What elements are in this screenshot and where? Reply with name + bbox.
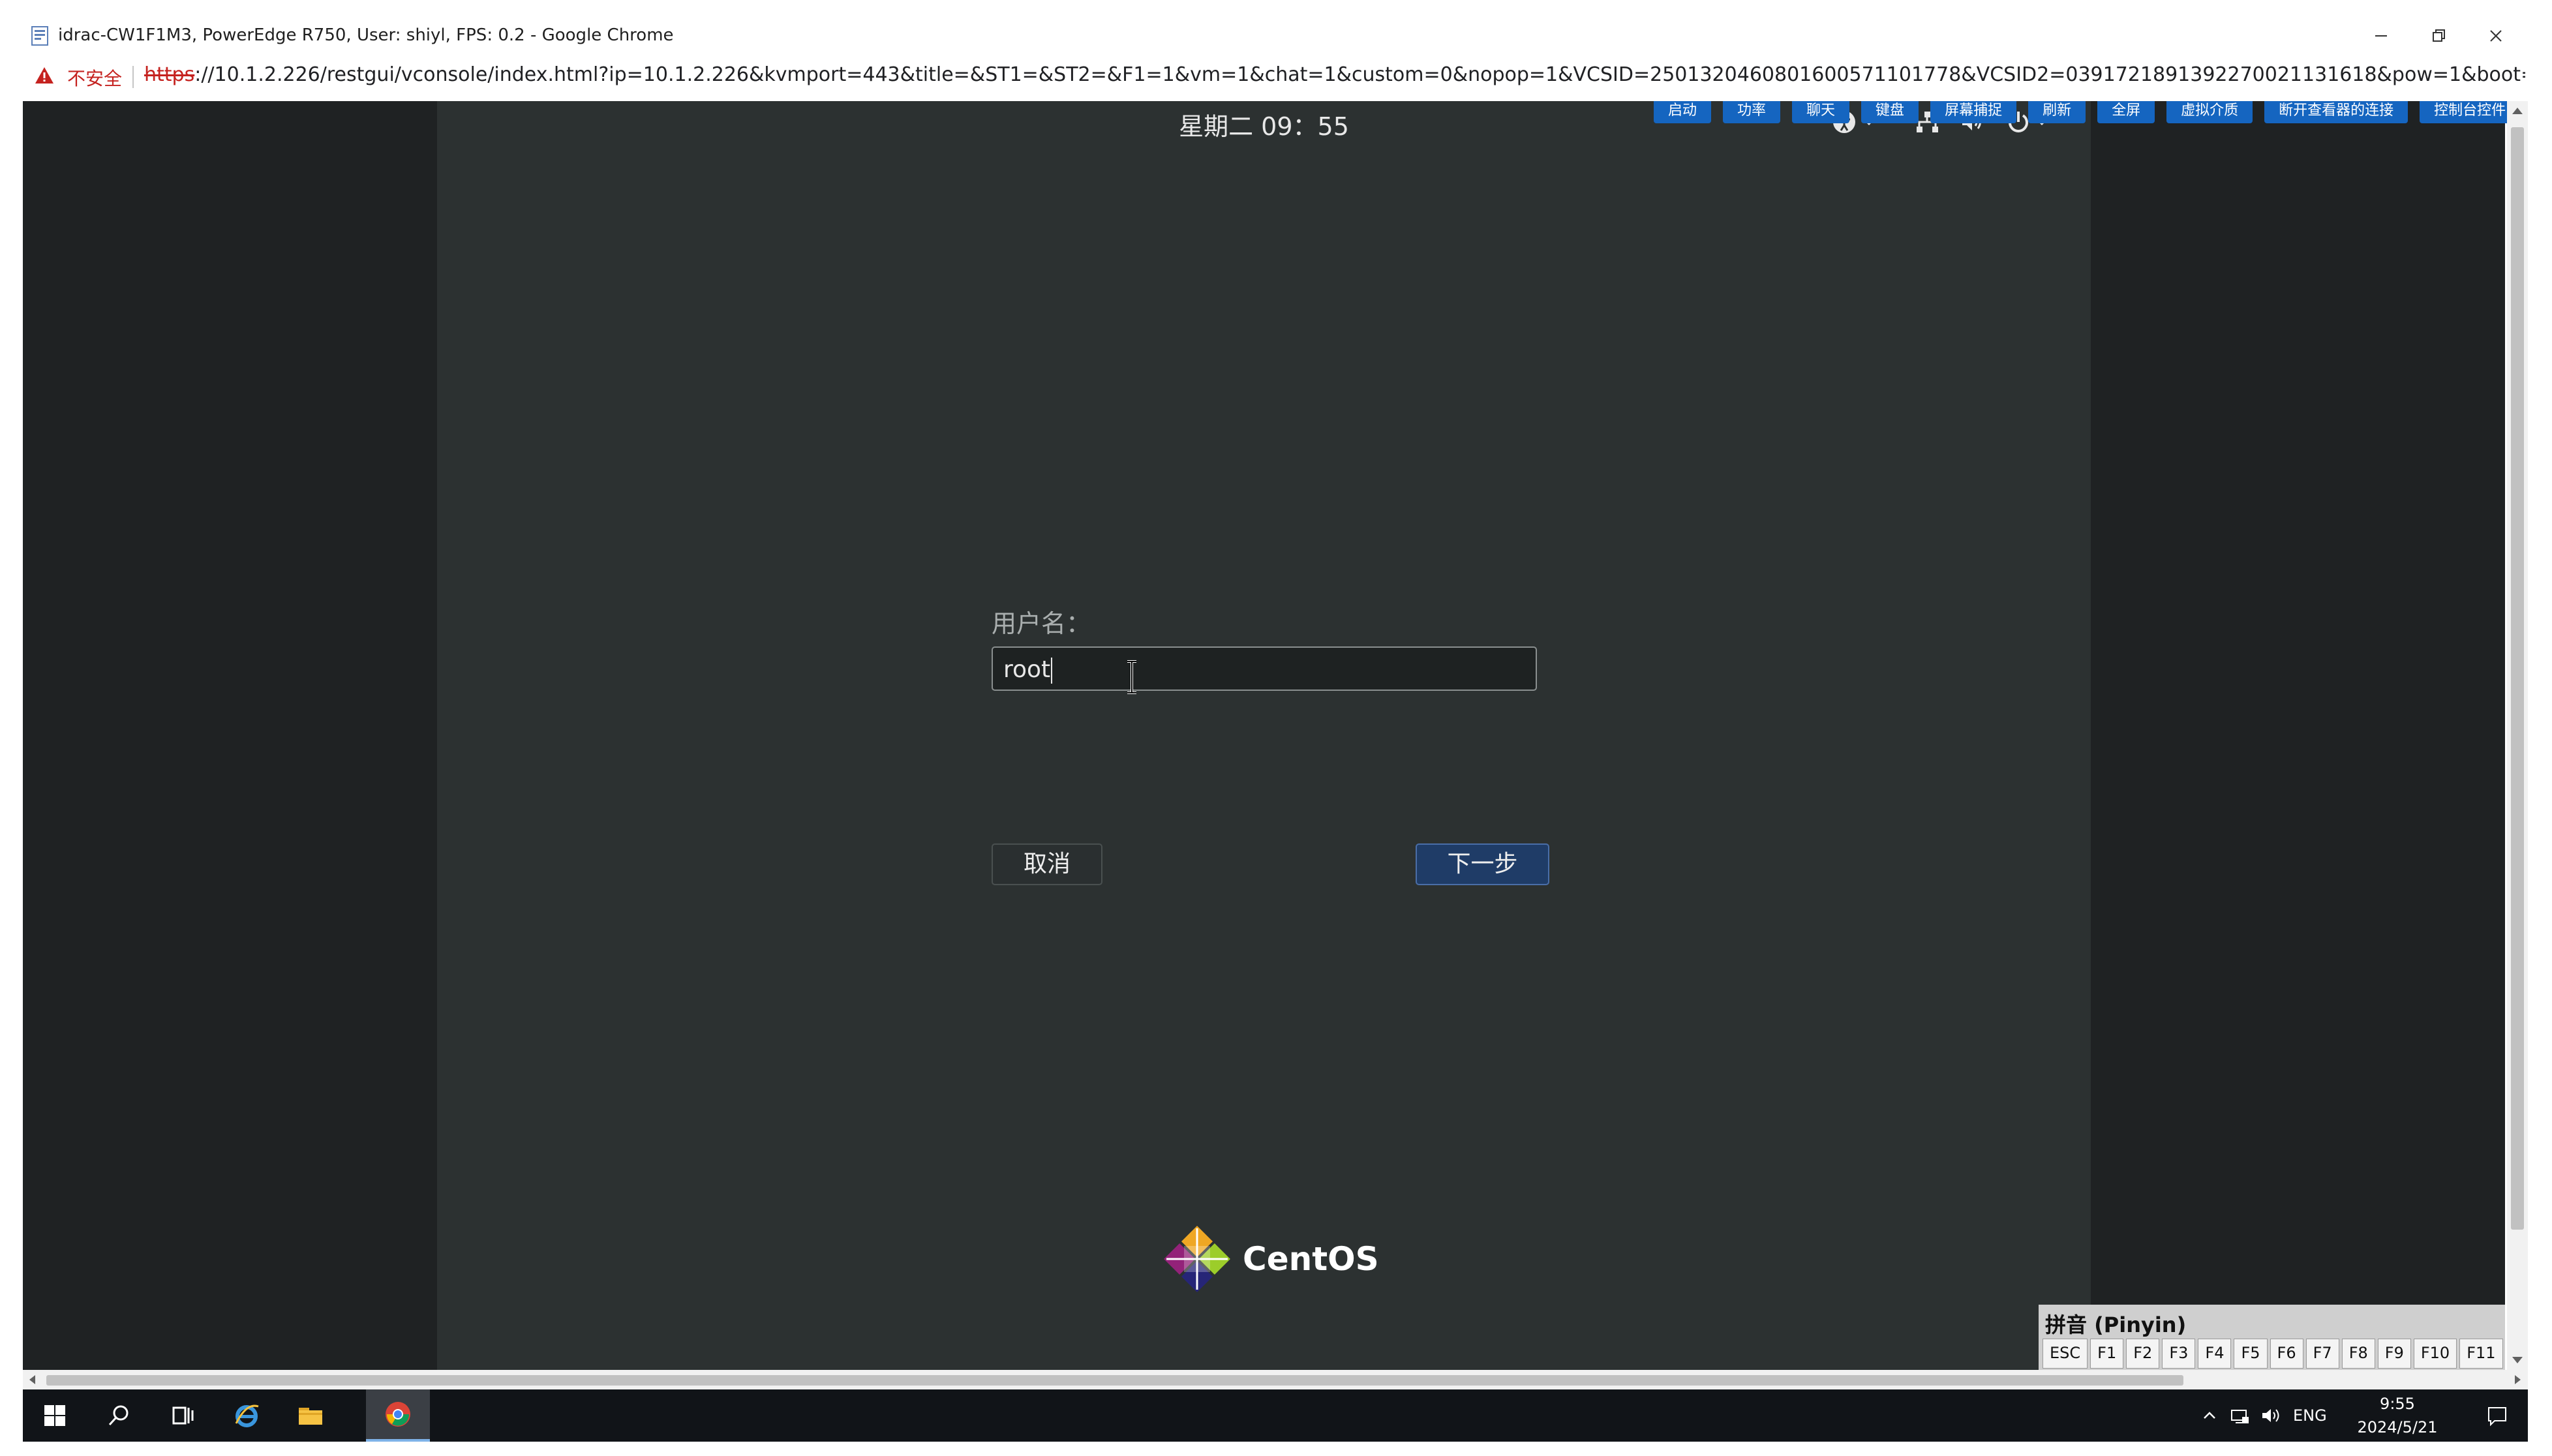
divider xyxy=(132,66,134,88)
close-button[interactable] xyxy=(2473,22,2519,50)
folder-icon xyxy=(299,1408,322,1425)
scroll-down-icon[interactable] xyxy=(2512,1357,2523,1363)
vertical-scrollbar[interactable] xyxy=(2507,101,2528,1370)
console-toolbar-button[interactable]: 虚拟介质 xyxy=(2166,101,2253,123)
minimize-button[interactable] xyxy=(2358,22,2404,50)
minimize-icon xyxy=(2375,35,2387,37)
windows-taskbar: ENG 9:55 2024/5/21 xyxy=(23,1389,2528,1442)
function-key-f8[interactable]: F8 xyxy=(2341,1339,2375,1369)
virtual-console: 星期二 09：55 用户名： root 取消 下一步 CentOS 启动 功率 … xyxy=(23,101,2521,1370)
function-key-f4[interactable]: F4 xyxy=(2198,1339,2232,1369)
username-input[interactable]: root xyxy=(992,646,1537,691)
volume-tray-icon[interactable] xyxy=(2260,1405,2283,1426)
console-toolbar-button[interactable]: 控制台控件 xyxy=(2420,101,2521,123)
file-explorer-button[interactable] xyxy=(279,1389,342,1442)
restore-icon xyxy=(2433,29,2445,42)
function-key-f2[interactable]: F2 xyxy=(2126,1339,2160,1369)
window-title: idrac-CW1F1M3, PowerEdge R750, User: shi… xyxy=(58,25,674,45)
function-key-f9[interactable]: F9 xyxy=(2377,1339,2411,1369)
url-rest: ://10.1.2.226/restgui/vconsole/index.htm… xyxy=(194,63,2525,86)
username-value: root xyxy=(1003,656,1051,683)
network-tray-icon[interactable] xyxy=(2229,1405,2250,1426)
search-button[interactable] xyxy=(87,1389,151,1442)
console-toolbar-button[interactable]: 全屏 xyxy=(2097,101,2155,123)
scroll-up-icon[interactable] xyxy=(2512,108,2523,114)
scrollbar-thumb[interactable] xyxy=(2511,127,2524,1230)
centos-logo-icon xyxy=(1164,1226,1230,1292)
text-caret xyxy=(1051,658,1053,684)
ime-title: 拼音 (Pinyin) xyxy=(2045,1312,2187,1337)
scroll-left-icon[interactable] xyxy=(29,1375,35,1384)
not-secure-label[interactable]: 不安全 xyxy=(67,65,122,91)
console-toolbar-button[interactable]: 屏幕捕捉 xyxy=(1930,101,2017,123)
url-text[interactable]: https://10.1.2.226/restgui/vconsole/inde… xyxy=(144,63,2525,86)
windows-logo-icon xyxy=(44,1405,65,1426)
horizontal-scrollbar[interactable] xyxy=(23,1370,2528,1389)
cancel-button[interactable]: 取消 xyxy=(992,843,1102,885)
function-key-f10[interactable]: F10 xyxy=(2413,1339,2457,1369)
taskbar-time[interactable]: 9:55 xyxy=(2358,1395,2437,1413)
ime-panel: 拼音 (Pinyin) ESC F1 F2 F3 F4 F5 F6 F7 F8 F9 F10 F11 xyxy=(2039,1305,2505,1370)
console-toolbar-button[interactable]: 功率 xyxy=(1723,101,1781,123)
function-key-esc[interactable]: ESC xyxy=(2043,1339,2088,1369)
centos-logo: CentOS xyxy=(1161,1223,1379,1301)
address-bar[interactable]: 不安全 https://10.1.2.226/restgui/vconsole/… xyxy=(23,55,2528,102)
task-view-button[interactable] xyxy=(151,1389,215,1442)
console-toolbar-button[interactable]: 启动 xyxy=(1654,101,1712,123)
taskbar-date[interactable]: 2024/5/21 xyxy=(2348,1418,2446,1436)
chrome-taskbar-button[interactable] xyxy=(366,1389,430,1442)
function-key-f3[interactable]: F3 xyxy=(2162,1339,2196,1369)
search-icon xyxy=(108,1405,129,1426)
username-label: 用户名： xyxy=(992,609,1091,638)
url-scheme: https xyxy=(144,63,195,86)
scroll-right-icon[interactable] xyxy=(2515,1375,2521,1384)
title-bar: idrac-CW1F1M3, PowerEdge R750, User: shi… xyxy=(23,16,2528,55)
text-cursor-icon xyxy=(1127,660,1136,694)
internet-explorer-button[interactable] xyxy=(215,1389,279,1442)
console-toolbar: 启动 功率 聊天 键盘 屏幕捕捉 刷新 全屏 虚拟介质 断开查看器的连接 控制台控件 xyxy=(1654,101,2521,126)
function-key-f1[interactable]: F1 xyxy=(2090,1339,2124,1369)
next-button[interactable]: 下一步 xyxy=(1416,843,1549,885)
centos-wordmark: CentOS xyxy=(1243,1240,1379,1278)
ime-indicator[interactable]: ENG xyxy=(2293,1406,2327,1425)
function-key-f5[interactable]: F5 xyxy=(2234,1339,2268,1369)
scrollbar-thumb[interactable] xyxy=(46,1375,2183,1386)
task-view-icon xyxy=(172,1406,194,1425)
remote-screen[interactable]: 星期二 09：55 用户名： root 取消 下一步 CentOS xyxy=(437,101,2091,1370)
page-icon xyxy=(31,26,48,46)
browser-window: idrac-CW1F1M3, PowerEdge R750, User: shi… xyxy=(23,16,2528,1442)
console-toolbar-button[interactable]: 聊天 xyxy=(1792,101,1850,123)
internet-explorer-icon xyxy=(235,1404,259,1427)
close-icon xyxy=(2490,30,2502,42)
start-button[interactable] xyxy=(23,1389,87,1442)
function-key-f7[interactable]: F7 xyxy=(2305,1339,2339,1369)
console-toolbar-button[interactable]: 刷新 xyxy=(2028,101,2086,123)
function-key-f6[interactable]: F6 xyxy=(2270,1339,2303,1369)
warning-icon[interactable] xyxy=(35,66,54,85)
notification-icon[interactable] xyxy=(2485,1404,2509,1427)
system-tray: ENG 9:55 2024/5/21 xyxy=(2189,1389,2528,1442)
restore-button[interactable] xyxy=(2416,22,2461,50)
chevron-up-icon[interactable] xyxy=(2200,1406,2219,1425)
function-key-bar: ESC F1 F2 F3 F4 F5 F6 F7 F8 F9 F10 F11 xyxy=(2043,1339,2503,1369)
console-toolbar-button[interactable]: 断开查看器的连接 xyxy=(2264,101,2408,123)
function-key-f11[interactable]: F11 xyxy=(2459,1339,2503,1369)
console-toolbar-button[interactable]: 键盘 xyxy=(1861,101,1919,123)
chrome-icon xyxy=(386,1402,410,1427)
